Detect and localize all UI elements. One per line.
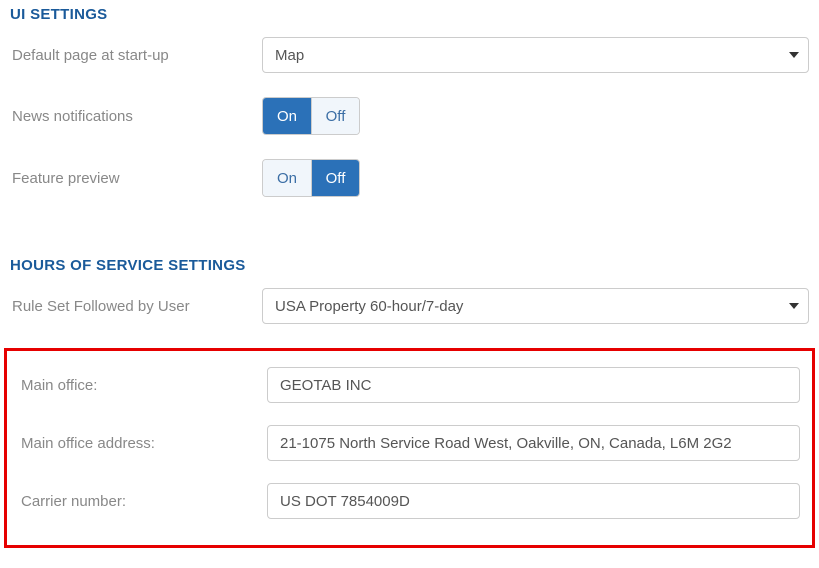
default-page-label: Default page at start-up <box>10 47 262 64</box>
feature-preview-on-button[interactable]: On <box>263 160 311 196</box>
news-notifications-off-button[interactable]: Off <box>311 98 359 134</box>
main-office-row: Main office: <box>15 367 804 403</box>
feature-preview-row: Feature preview On Off <box>10 159 809 197</box>
main-office-input[interactable] <box>267 367 800 403</box>
carrier-number-label: Carrier number: <box>15 493 267 510</box>
main-office-label: Main office: <box>15 377 267 394</box>
main-office-address-row: Main office address: <box>15 425 804 461</box>
main-office-address-input[interactable] <box>267 425 800 461</box>
default-page-control: Map <box>262 37 809 73</box>
rule-set-row: Rule Set Followed by User USA Property 6… <box>10 288 809 324</box>
feature-preview-toggle: On Off <box>262 159 360 197</box>
default-page-select[interactable]: Map <box>262 37 809 73</box>
feature-preview-label: Feature preview <box>10 170 262 187</box>
rule-set-select[interactable]: USA Property 60-hour/7-day <box>262 288 809 324</box>
highlighted-fields-box: Main office: Main office address: Carrie… <box>4 348 815 548</box>
news-notifications-on-button[interactable]: On <box>263 98 311 134</box>
ui-settings-header: UI SETTINGS <box>10 6 809 23</box>
news-notifications-toggle: On Off <box>262 97 360 135</box>
carrier-number-row: Carrier number: <box>15 483 804 519</box>
main-office-address-label: Main office address: <box>15 435 267 452</box>
feature-preview-off-button[interactable]: Off <box>311 160 359 196</box>
news-notifications-row: News notifications On Off <box>10 97 809 135</box>
hos-settings-header: HOURS OF SERVICE SETTINGS <box>10 257 809 274</box>
rule-set-label: Rule Set Followed by User <box>10 298 262 315</box>
default-page-row: Default page at start-up Map <box>10 37 809 73</box>
news-notifications-label: News notifications <box>10 108 262 125</box>
carrier-number-input[interactable] <box>267 483 800 519</box>
